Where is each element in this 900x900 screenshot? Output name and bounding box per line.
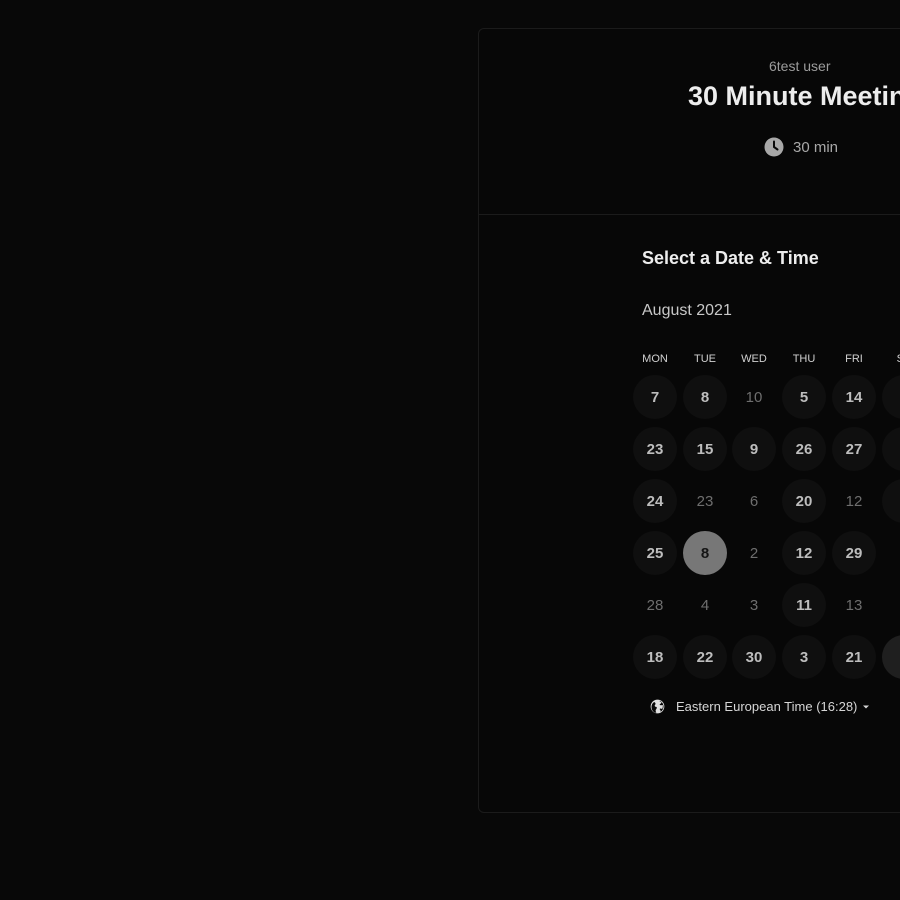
calendar-day[interactable]: 24 — [633, 479, 677, 523]
calendar-day: 13 — [845, 596, 863, 614]
globe-icon — [650, 699, 665, 714]
booking-card: 6test user 30 Minute Meeting 30 min Sele… — [478, 28, 900, 813]
calendar-day: 12 — [845, 492, 863, 510]
calendar-day[interactable]: 22 — [683, 635, 727, 679]
host-name: 6test user — [769, 58, 831, 74]
weekday-header: SA — [879, 353, 900, 365]
calendar-day[interactable]: 14 — [832, 375, 876, 419]
calendar-day[interactable]: 18 — [633, 635, 677, 679]
calendar-day[interactable]: 1 — [882, 375, 900, 419]
calendar-day[interactable]: 15 — [683, 427, 727, 471]
chevron-down-icon — [863, 705, 870, 708]
calendar-day[interactable]: 27 — [832, 427, 876, 471]
calendar-day: 23 — [696, 492, 714, 510]
calendar-day-selected[interactable]: 8 — [683, 531, 727, 575]
weekday-header: MON — [642, 353, 668, 365]
calendar-day[interactable]: 9 — [732, 427, 776, 471]
weekday-header: FRI — [845, 353, 863, 365]
calendar-day[interactable]: 26 — [782, 427, 826, 471]
calendar-day: 2 — [882, 531, 900, 575]
weekday-header: TUE — [694, 353, 716, 365]
calendar-day[interactable]: 8 — [683, 375, 727, 419]
calendar-day[interactable]: 29 — [832, 531, 876, 575]
select-date-time-title: Select a Date & Time — [642, 248, 819, 268]
calendar-day: 3 — [749, 596, 759, 614]
calendar-day[interactable]: 3 — [782, 635, 826, 679]
clock-icon — [764, 137, 784, 157]
month-label: August 2021 — [642, 302, 732, 319]
calendar-day: 4 — [700, 596, 710, 614]
calendar-day[interactable]: 2 — [882, 427, 900, 471]
calendar-day[interactable]: 5 — [782, 375, 826, 419]
calendar-day[interactable]: 20 — [782, 479, 826, 523]
event-title: 30 Minute Meeting — [688, 81, 900, 111]
calendar-day: 2 — [749, 544, 759, 562]
timezone-label: Eastern European Time (16:28) — [676, 699, 858, 714]
weekday-header: WED — [741, 353, 767, 365]
calendar-day[interactable]: 4 — [882, 479, 900, 523]
calendar-day[interactable]: 25 — [633, 531, 677, 575]
calendar-day[interactable]: 11 — [782, 583, 826, 627]
duration-label: 30 min — [793, 138, 839, 156]
calendar-day[interactable] — [882, 635, 900, 679]
calendar-day: 6 — [749, 492, 759, 510]
calendar-day: 10 — [745, 388, 763, 406]
calendar-day[interactable]: 12 — [782, 531, 826, 575]
calendar-day[interactable]: 30 — [732, 635, 776, 679]
calendar-day[interactable]: 23 — [633, 427, 677, 471]
event-duration: 30 min — [764, 137, 838, 157]
event-header: 6test user 30 Minute Meeting 30 min — [479, 29, 900, 215]
calendar-day: 6 — [882, 583, 900, 627]
timezone-selector[interactable]: Eastern European Time (16:28) — [650, 699, 870, 714]
calendar-day[interactable]: 7 — [633, 375, 677, 419]
calendar-day[interactable]: 21 — [832, 635, 876, 679]
calendar-day: 28 — [646, 596, 664, 614]
weekday-header: THU — [792, 353, 816, 365]
